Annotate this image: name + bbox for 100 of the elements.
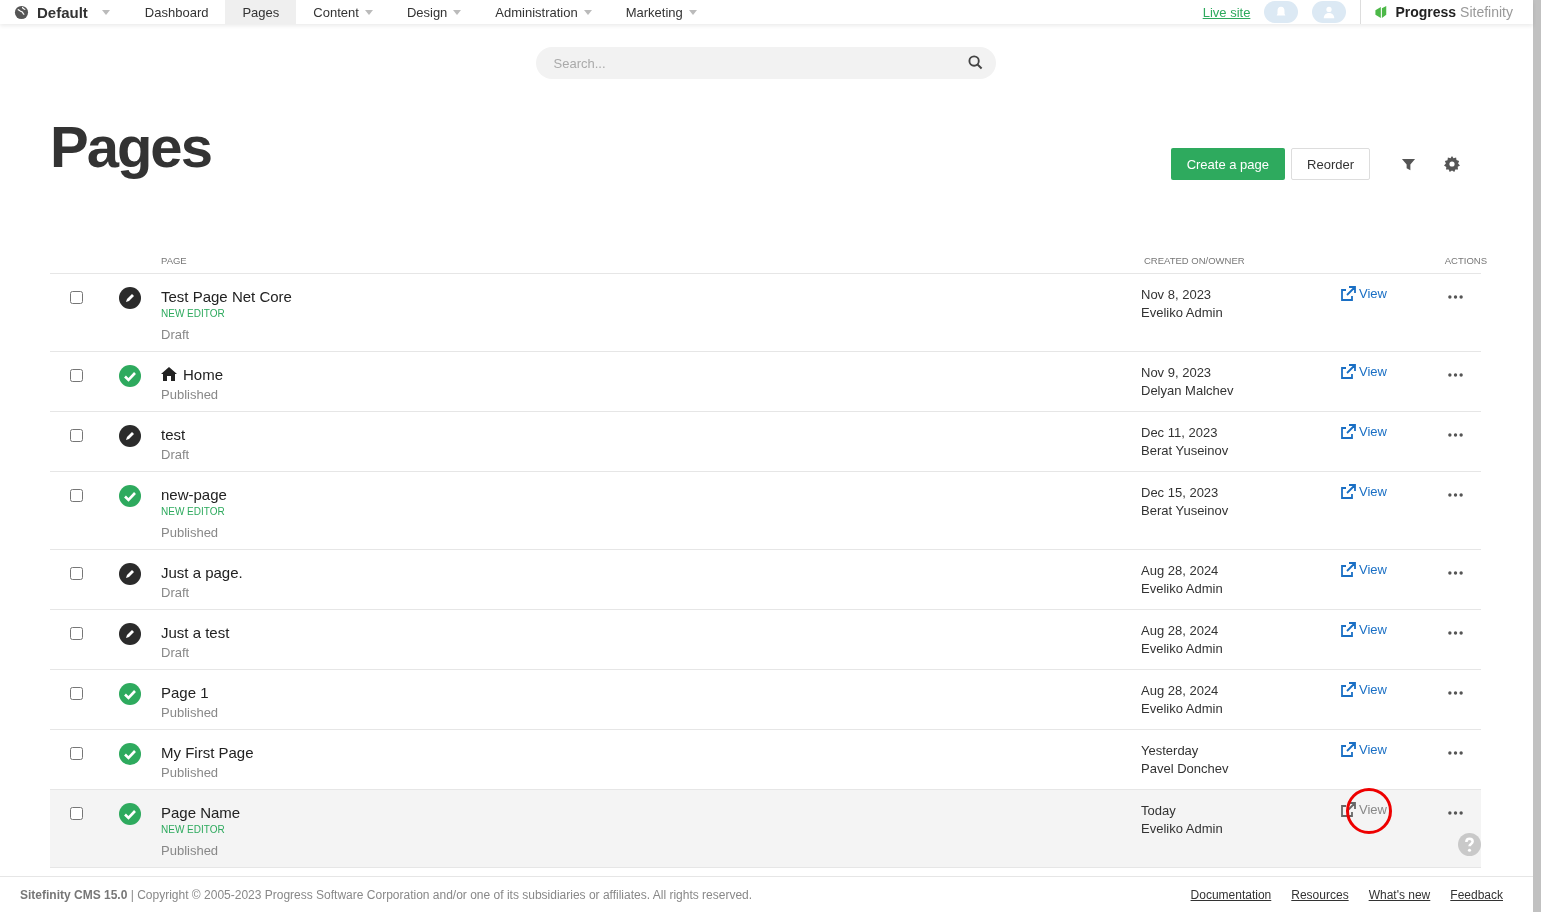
caret-icon — [688, 9, 697, 15]
page-title-link[interactable]: test — [161, 425, 186, 443]
row-checkbox[interactable] — [69, 807, 83, 820]
more-actions-icon[interactable] — [1448, 295, 1463, 299]
page-status: Published — [161, 386, 220, 404]
external-link-icon — [1340, 682, 1356, 698]
more-actions-icon[interactable] — [1448, 433, 1463, 437]
created-date: Aug 28, 2024 — [1141, 562, 1220, 580]
caret-icon — [364, 9, 373, 15]
nav-tab[interactable]: Content — [296, 0, 390, 24]
page-title-link[interactable]: Just a page. — [161, 563, 243, 581]
row-checkbox[interactable] — [69, 291, 83, 304]
owner-name: Eveliko Admin — [1141, 304, 1224, 322]
footer-link[interactable]: Resources — [1291, 887, 1349, 902]
scrollbar[interactable] — [1533, 0, 1541, 912]
row-checkbox[interactable] — [69, 489, 83, 502]
owner-name: Delyan Malchev — [1141, 382, 1235, 400]
search-field[interactable]: Search... — [535, 47, 996, 79]
created-date: Yesterday — [1141, 742, 1200, 760]
more-actions-icon[interactable] — [1448, 751, 1463, 755]
page-title-link[interactable]: Page 1 — [161, 683, 209, 701]
row-checkbox[interactable] — [69, 567, 83, 580]
more-actions-icon[interactable] — [1448, 571, 1463, 575]
new-editor-label: NEW EDITOR — [161, 307, 226, 321]
created-date: Dec 11, 2023 — [1141, 424, 1219, 442]
caret-icon — [101, 9, 110, 15]
nav-tab[interactable]: Design — [389, 0, 479, 24]
reorder-button[interactable]: Reorder — [1291, 148, 1370, 180]
page-title-link[interactable]: Just a test — [161, 623, 230, 641]
page-status: Published — [161, 842, 220, 860]
row-checkbox[interactable] — [69, 627, 83, 640]
site-selector[interactable]: Default — [0, 0, 128, 24]
row-checkbox[interactable] — [69, 369, 83, 382]
page-status: Published — [161, 524, 220, 542]
row-checkbox[interactable] — [69, 429, 83, 442]
view-link[interactable]: View — [1340, 484, 1387, 500]
row-checkbox[interactable] — [69, 747, 83, 760]
view-link[interactable]: View — [1340, 562, 1387, 578]
created-date: Nov 8, 2023 — [1141, 286, 1213, 304]
caret-icon — [583, 9, 592, 15]
page-status: Draft — [161, 326, 191, 344]
column-header: PAGE — [160, 255, 188, 266]
nav-tab[interactable]: Marketing — [608, 0, 714, 24]
created-date: Today — [1141, 802, 1177, 820]
view-link[interactable]: View — [1340, 682, 1387, 698]
nav-tab[interactable]: Dashboard — [127, 0, 226, 24]
external-link-icon — [1340, 484, 1356, 500]
external-link-icon — [1340, 562, 1356, 578]
new-editor-label: NEW EDITOR — [161, 823, 226, 837]
external-link-icon — [1340, 802, 1356, 818]
owner-name: Eveliko Admin — [1141, 820, 1224, 838]
nav-tab[interactable]: Pages — [225, 0, 297, 24]
column-header: CREATED ON/OWNER — [1143, 255, 1246, 266]
external-link-icon — [1340, 364, 1356, 380]
brand-name: Progress — [1395, 4, 1457, 20]
view-link[interactable]: View — [1340, 286, 1387, 302]
page-title-link[interactable]: new-page — [161, 485, 227, 503]
owner-name: Eveliko Admin — [1141, 580, 1224, 598]
page-status: Published — [161, 764, 220, 782]
owner-name: Berat Yuseinov — [1141, 442, 1230, 460]
settings-icon[interactable] — [1444, 156, 1460, 172]
owner-name: Pavel Donchev — [1141, 760, 1230, 778]
globe-icon — [14, 4, 29, 20]
nav-tab[interactable]: Administration — [478, 0, 609, 24]
owner-name: Eveliko Admin — [1141, 640, 1224, 658]
page-title-link[interactable]: Test Page Net Core — [161, 287, 292, 305]
page-title: Pages — [50, 113, 211, 180]
page-status: Draft — [161, 446, 191, 464]
filter-icon[interactable] — [1401, 156, 1416, 172]
created-date: Dec 15, 2023 — [1141, 484, 1220, 502]
external-link-icon — [1340, 622, 1356, 638]
search-icon — [967, 55, 983, 70]
page-title-link[interactable]: Home — [183, 365, 223, 383]
created-date: Aug 28, 2024 — [1141, 682, 1220, 700]
more-actions-icon[interactable] — [1448, 631, 1463, 635]
page-title-link[interactable]: My First Page — [161, 743, 254, 761]
more-actions-icon[interactable] — [1448, 691, 1463, 695]
footer-link[interactable]: What's new — [1368, 887, 1431, 902]
more-actions-icon[interactable] — [1448, 493, 1463, 497]
page-status: Draft — [161, 584, 191, 602]
row-checkbox[interactable] — [69, 687, 83, 700]
view-link[interactable]: View — [1340, 742, 1387, 758]
external-link-icon — [1340, 286, 1356, 302]
new-editor-label: NEW EDITOR — [161, 505, 226, 519]
page-status: Published — [161, 704, 220, 722]
view-link[interactable]: View — [1340, 424, 1387, 440]
column-header: ACTIONS — [1443, 255, 1487, 266]
caret-icon — [453, 9, 462, 15]
view-link[interactable]: View — [1340, 622, 1387, 638]
page-title-link[interactable]: Page Name — [161, 803, 241, 821]
view-link[interactable]: View — [1340, 364, 1387, 380]
product-name: Sitefinity — [1460, 4, 1513, 20]
created-date: Nov 9, 2023 — [1141, 364, 1213, 382]
external-link-icon — [1340, 424, 1356, 440]
more-actions-icon[interactable] — [1448, 811, 1463, 815]
footer-link[interactable]: Documentation — [1190, 887, 1272, 902]
footer-link[interactable]: Feedback — [1450, 887, 1503, 902]
owner-name: Eveliko Admin — [1141, 700, 1224, 718]
more-actions-icon[interactable] — [1448, 373, 1463, 377]
user-silhouette-icon — [1322, 5, 1337, 19]
